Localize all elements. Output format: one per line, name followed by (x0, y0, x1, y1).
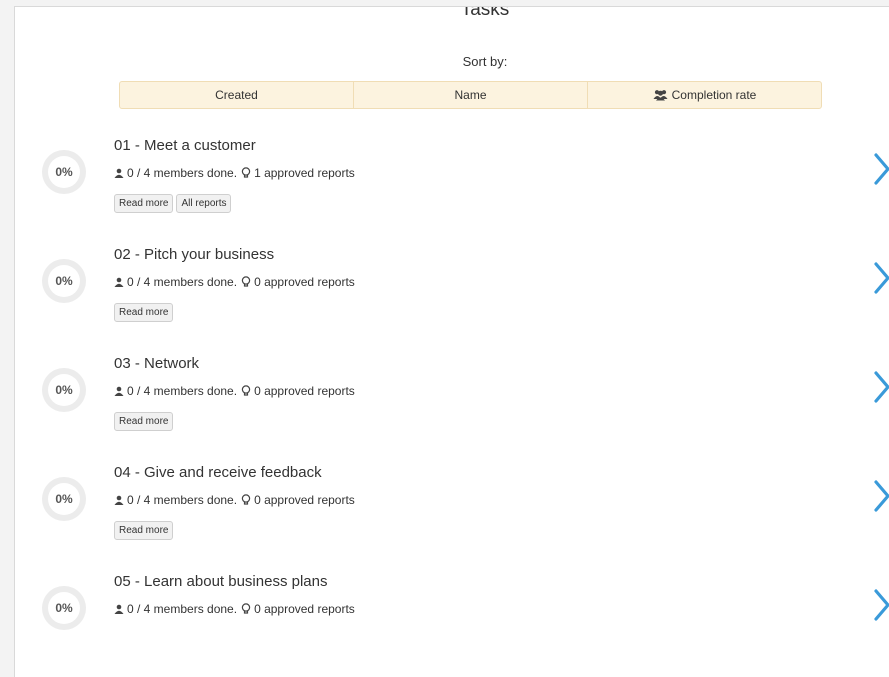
task-meta: 0 / 4 members done. 0 approved reports (114, 602, 355, 616)
task-item: 0% 01 - Meet a customer 0 / 4 members do… (15, 137, 889, 238)
approved-reports: 1 approved reports (254, 166, 355, 180)
read-more-button[interactable]: Read more (114, 412, 174, 431)
sort-tab-name[interactable]: Name (353, 82, 587, 108)
task-buttons: Read more All reports (114, 194, 232, 213)
sort-tab-created[interactable]: Created (120, 82, 353, 108)
read-more-button[interactable]: Read more (114, 521, 174, 540)
task-title: 05 - Learn about business plans (114, 573, 328, 590)
task-item: 0% 04 - Give and receive feedback 0 / 4 … (15, 464, 889, 565)
task-title: 01 - Meet a customer (114, 137, 256, 154)
user-icon (114, 386, 124, 396)
progress-ring: 0% (42, 150, 86, 194)
progress-ring: 0% (42, 259, 86, 303)
tasks-panel: Tasks Sort by: Created Name Completion r… (14, 6, 889, 677)
task-item: 0% 05 - Learn about business plans 0 / 4… (15, 573, 889, 674)
task-buttons: Read more (114, 303, 174, 322)
task-title: 04 - Give and receive feedback (114, 464, 322, 481)
user-icon (114, 168, 124, 178)
progress-ring: 0% (42, 477, 86, 521)
chevron-right-icon[interactable] (873, 152, 889, 191)
task-buttons: Read more (114, 521, 174, 540)
all-reports-button[interactable]: All reports (176, 194, 232, 213)
sort-label: Sort by: (462, 54, 508, 69)
sort-bar: Created Name Completion rate (119, 81, 822, 109)
progress-value: 0% (48, 265, 80, 297)
page-title: Tasks (460, 6, 510, 20)
sort-tab-label: Created (215, 88, 258, 102)
approved-reports: 0 approved reports (254, 493, 355, 507)
lightbulb-icon (241, 167, 251, 179)
user-icon (114, 604, 124, 614)
task-meta: 0 / 4 members done. 0 approved reports (114, 384, 355, 398)
progress-ring: 0% (42, 368, 86, 412)
progress-value: 0% (48, 483, 80, 515)
users-icon (653, 89, 668, 101)
read-more-button[interactable]: Read more (114, 303, 174, 322)
progress-value: 0% (48, 156, 80, 188)
chevron-right-icon[interactable] (873, 479, 889, 518)
task-item: 0% 03 - Network 0 / 4 members done. 0 ap… (15, 355, 889, 456)
task-meta: 0 / 4 members done. 1 approved reports (114, 166, 355, 180)
lightbulb-icon (241, 385, 251, 397)
chevron-right-icon[interactable] (873, 588, 889, 627)
user-icon (114, 495, 124, 505)
members-done: 0 / 4 members done. (127, 384, 238, 398)
approved-reports: 0 approved reports (254, 275, 355, 289)
task-title: 02 - Pitch your business (114, 246, 275, 263)
approved-reports: 0 approved reports (254, 602, 355, 616)
task-title: 03 - Network (114, 355, 200, 372)
lightbulb-icon (241, 276, 251, 288)
chevron-right-icon[interactable] (873, 261, 889, 300)
members-done: 0 / 4 members done. (127, 166, 238, 180)
task-item: 0% 02 - Pitch your business 0 / 4 member… (15, 246, 889, 347)
members-done: 0 / 4 members done. (127, 602, 238, 616)
sort-tab-label: Name (454, 88, 487, 102)
progress-value: 0% (48, 374, 80, 406)
progress-value: 0% (48, 592, 80, 624)
user-icon (114, 277, 124, 287)
approved-reports: 0 approved reports (254, 384, 355, 398)
sort-tab-label: Completion rate (671, 88, 757, 102)
task-buttons: Read more (114, 412, 174, 431)
sort-tab-completion-rate[interactable]: Completion rate (587, 82, 821, 108)
lightbulb-icon (241, 603, 251, 615)
members-done: 0 / 4 members done. (127, 275, 238, 289)
read-more-button[interactable]: Read more (114, 194, 174, 213)
progress-ring: 0% (42, 586, 86, 630)
members-done: 0 / 4 members done. (127, 493, 238, 507)
task-meta: 0 / 4 members done. 0 approved reports (114, 493, 355, 507)
chevron-right-icon[interactable] (873, 370, 889, 409)
task-meta: 0 / 4 members done. 0 approved reports (114, 275, 355, 289)
lightbulb-icon (241, 494, 251, 506)
